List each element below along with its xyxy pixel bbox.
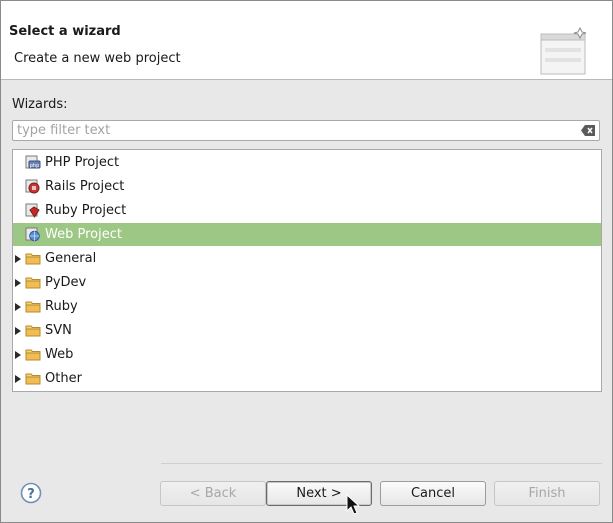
tree-item[interactable]: php PHP Project [13, 151, 601, 174]
tree-item-label: Web [45, 347, 74, 362]
tree-item[interactable]: PyDev [13, 271, 601, 294]
folder-icon [25, 371, 41, 386]
svg-text:php: php [30, 163, 40, 169]
help-icon[interactable]: ? [20, 482, 42, 504]
filter-field[interactable] [12, 120, 600, 141]
tree-item[interactable]: Other [13, 367, 601, 390]
tree-item-label: PyDev [45, 275, 87, 290]
page-title: Select a wizard [9, 24, 121, 39]
button-bar-separator [161, 463, 602, 464]
tree-item-label: SVN [45, 323, 72, 338]
svg-text:?: ? [27, 487, 35, 502]
expand-arrow-icon[interactable] [15, 303, 21, 311]
expand-arrow-icon[interactable] [15, 327, 21, 335]
web-project-icon [25, 227, 41, 242]
back-button[interactable]: < Back [160, 481, 266, 506]
tree-item[interactable]: Ruby Project [13, 199, 601, 222]
folder-icon [25, 323, 41, 338]
tree-item-label: General [45, 251, 97, 266]
tree-item-label: Other [45, 371, 82, 386]
new-wizard-dialog: Select a wizard Create a new web project… [0, 0, 613, 523]
tree-item[interactable]: Ruby [13, 295, 601, 318]
page-subtitle: Create a new web project [14, 51, 181, 66]
clear-filter-icon[interactable] [581, 125, 596, 136]
folder-icon [25, 347, 41, 362]
folder-icon [25, 251, 41, 266]
php-project-icon: php [25, 155, 41, 170]
mouse-pointer-icon [346, 494, 360, 515]
expand-arrow-icon[interactable] [15, 351, 21, 359]
finish-button[interactable]: Finish [494, 481, 600, 506]
expand-arrow-icon[interactable] [15, 255, 21, 263]
tree-item[interactable]: Rails Project [13, 175, 601, 198]
tree-item[interactable]: SVN [13, 319, 601, 342]
folder-icon [25, 275, 41, 290]
tree-item-label: Web Project [45, 227, 122, 242]
expand-arrow-icon[interactable] [15, 375, 21, 383]
tree-item-label: Ruby [45, 299, 78, 314]
ruby-project-icon [25, 203, 41, 218]
tree-item-label: Rails Project [45, 179, 125, 194]
wizards-label: Wizards: [12, 97, 68, 112]
wizard-tree[interactable]: php PHP Project Rails Project Ruby Project W… [12, 149, 602, 392]
wizard-header: Select a wizard Create a new web project [1, 1, 612, 80]
rails-project-icon [25, 179, 41, 194]
tree-item[interactable]: General [13, 247, 601, 270]
tree-item-label: PHP Project [45, 155, 120, 170]
tree-item[interactable]: Web [13, 343, 601, 366]
cancel-button[interactable]: Cancel [380, 481, 486, 506]
filter-input[interactable] [17, 121, 577, 140]
expand-arrow-icon[interactable] [15, 279, 21, 287]
new-wizard-banner-icon [540, 26, 587, 75]
tree-item[interactable]: Web Project [13, 223, 601, 246]
tree-item-label: Ruby Project [45, 203, 127, 218]
folder-icon [25, 299, 41, 314]
